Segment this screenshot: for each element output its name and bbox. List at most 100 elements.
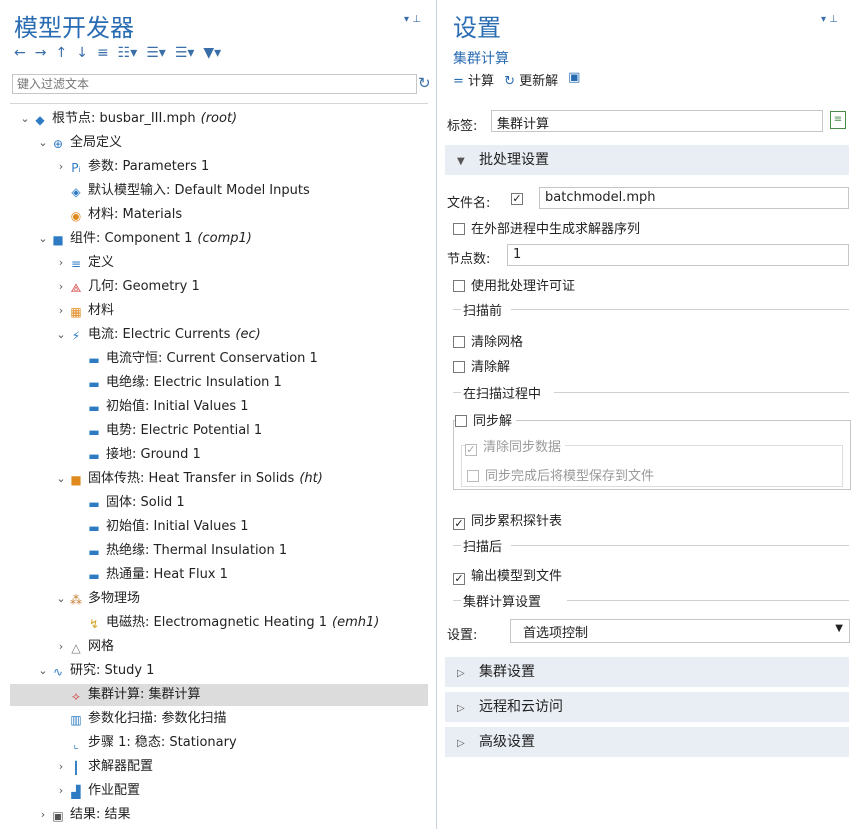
batch-license-checkbox[interactable] [453,280,465,292]
list-options-icon[interactable]: ☰▾ [175,45,195,61]
save-icon[interactable]: ▣ [568,70,580,89]
tree-node[interactable]: ▬ 初始值: Initial Values 1 [10,396,428,418]
expand-icon[interactable]: ☰▾ [146,45,166,61]
pin-icon[interactable]: ⊥ [412,14,421,25]
sync-solution-option[interactable]: 同步解 [455,410,517,429]
up-arrow-icon[interactable]: ↑ [55,45,67,61]
gen-solver-seq-checkbox[interactable] [453,223,465,235]
tree-node[interactable]: ▬ 接地: Ground 1 [10,444,428,466]
geometry-icon: ⟁ [70,281,82,295]
tree-node-label: 根节点: busbar_III.mph [52,111,196,126]
refresh-icon[interactable]: ↻ [418,74,431,92]
expand-chevron-icon[interactable]: › [54,756,68,778]
tree-node[interactable]: ▬ 固体: Solid 1 [10,492,428,514]
tree-node[interactable]: ⌄ ∿ 研究: Study 1 [10,660,428,682]
tag-edit-icon[interactable]: ≡ [830,111,846,129]
sync-probe-checkbox[interactable]: ✓ [453,518,465,530]
tree-node[interactable]: ◈ 默认模型输入: Default Model Inputs [10,180,428,202]
tree-node[interactable]: › ▟ 作业配置 [10,780,428,802]
compute-button[interactable]: = 计算 [453,70,494,89]
tree-node[interactable]: ▬ 初始值: Initial Values 1 [10,516,428,538]
collapse-chevron-icon[interactable]: ⌄ [54,324,68,346]
filter-options-icon[interactable]: ▼▾ [203,45,221,61]
expand-chevron-icon[interactable]: › [54,300,68,322]
tree-node[interactable]: ⌄ ⁂ 多物理场 [10,588,428,610]
results-icon: ▣ [52,809,64,823]
clear-solution-option[interactable]: 清除解 [453,356,510,375]
expand-chevron-icon[interactable]: › [54,636,68,658]
sweep-icon: ▥ [70,713,82,727]
tree-node[interactable]: ⌄ ■ 组件: Component 1 (comp1) [10,228,428,250]
batch-license-option[interactable]: 使用批处理许可证 [453,275,575,294]
filename-checkbox[interactable]: ✓ [511,193,523,205]
pane-menu-icon[interactable]: ▾ ⊥ [404,14,421,25]
show-more-icon[interactable]: ☷▾ [118,45,138,61]
tree-node-label: 网格 [88,639,115,654]
clear-mesh-option[interactable]: 清除网格 [453,331,523,350]
back-arrow-icon[interactable]: ← [14,45,26,61]
settings-pin-icon[interactable]: ⊥ [829,14,838,25]
tree-node[interactable]: › Pᵢ 参数: Parameters 1 [10,156,428,178]
remote-cloud-section[interactable]: ▷ 远程和云访问 [445,692,849,722]
settings-pane-menu-icon[interactable]: ▾ ⊥ [821,14,838,25]
tree-node[interactable]: ⟡ 集群计算: 集群计算 [10,684,428,706]
tree-node-tag: (comp1) [197,231,252,246]
tag-field[interactable]: 集群计算 [491,110,823,132]
expand-chevron-icon[interactable]: › [54,780,68,802]
tree-node[interactable]: ◉ 材料: Materials [10,204,428,226]
expand-chevron-icon[interactable]: › [54,252,68,274]
expand-chevron-icon[interactable]: › [54,276,68,298]
update-solution-button[interactable]: ↻ 更新解 [504,70,558,89]
advanced-settings-section[interactable]: ▷ 高级设置 [445,727,849,757]
expand-chevron-icon[interactable]: › [54,156,68,178]
filter-input[interactable] [12,74,417,94]
tree-node[interactable]: ⌄ ◆ 根节点: busbar_III.mph (root) [10,108,428,130]
settings-title: 设置 [453,14,501,42]
settings-pane: 设置 ▾ ⊥ 集群计算 = 计算 ↻ 更新解 ▣ 标签: 集群计算 ≡ ▼ 批处理… [439,0,851,829]
tree-node[interactable]: ▬ 电势: Electric Potential 1 [10,420,428,442]
expand-chevron-icon[interactable]: › [36,804,50,826]
collapse-chevron-icon[interactable]: ⌄ [36,228,50,250]
sync-solution-checkbox[interactable] [455,415,467,427]
collapse-chevron-icon[interactable]: ⌄ [54,468,68,490]
tree-node-label: 求解器配置 [88,759,154,774]
settings-select[interactable]: 首选项控制 ▼ [510,619,850,643]
collapse-chevron-icon[interactable]: ⌄ [18,108,32,130]
tree-node[interactable]: ⌄ ■ 固体传热: Heat Transfer in Solids (ht) [10,468,428,490]
collapse-all-icon[interactable]: ≡ [97,45,109,61]
export-model-option[interactable]: ✓ 输出模型到文件 [453,565,562,585]
export-model-checkbox[interactable]: ✓ [453,573,465,585]
clear-solution-checkbox[interactable] [453,361,465,373]
tree-node[interactable]: ▬ 热通量: Heat Flux 1 [10,564,428,586]
tree-node[interactable]: › ▣ 结果: 结果 [10,804,428,826]
tree-node[interactable]: ⌄ ⊕ 全局定义 [10,132,428,154]
gen-solver-seq-option[interactable]: 在外部进程中生成求解器序列 [453,218,640,237]
tree-node[interactable]: › ┃ 求解器配置 [10,756,428,778]
tree-node[interactable]: ▥ 参数化扫描: 参数化扫描 [10,708,428,730]
tree-node[interactable]: ↯ 电磁热: Electromagnetic Heating 1 (emh1) [10,612,428,634]
cluster-settings-section[interactable]: ▷ 集群设置 [445,657,849,687]
tree-node[interactable]: › △ 网格 [10,636,428,658]
before-sweep-group: 扫描前 [463,304,503,319]
sync-probe-option[interactable]: ✓ 同步累积探针表 [453,510,562,530]
component-icon: ■ [52,233,64,247]
down-arrow-icon[interactable]: ↓ [76,45,88,61]
tree-node[interactable]: › ⟁ 几何: Geometry 1 [10,276,428,298]
filename-field[interactable]: batchmodel.mph [539,187,849,209]
forward-arrow-icon[interactable]: → [35,45,47,61]
batch-settings-section[interactable]: ▼ 批处理设置 [445,145,849,175]
tree-node[interactable]: ▬ 电绝缘: Electric Insulation 1 [10,372,428,394]
collapse-chevron-icon[interactable]: ⌄ [36,660,50,682]
tree-node[interactable]: ⌞ 步骤 1: 稳态: Stationary [10,732,428,754]
tree-node[interactable]: ▬ 电流守恒: Current Conservation 1 [10,348,428,370]
collapse-chevron-icon[interactable]: ⌄ [54,588,68,610]
tree-node-label: 步骤 1: 稳态: Stationary [88,735,237,750]
tree-node[interactable]: › ≡ 定义 [10,252,428,274]
nodes-field[interactable]: 1 [507,244,849,266]
tree-node[interactable]: ▬ 热绝缘: Thermal Insulation 1 [10,540,428,562]
root-icon: ◆ [35,113,45,127]
tree-node[interactable]: ⌄ ⚡ 电流: Electric Currents (ec) [10,324,428,346]
tree-node[interactable]: › ▦ 材料 [10,300,428,322]
clear-mesh-checkbox[interactable] [453,336,465,348]
collapse-chevron-icon[interactable]: ⌄ [36,132,50,154]
